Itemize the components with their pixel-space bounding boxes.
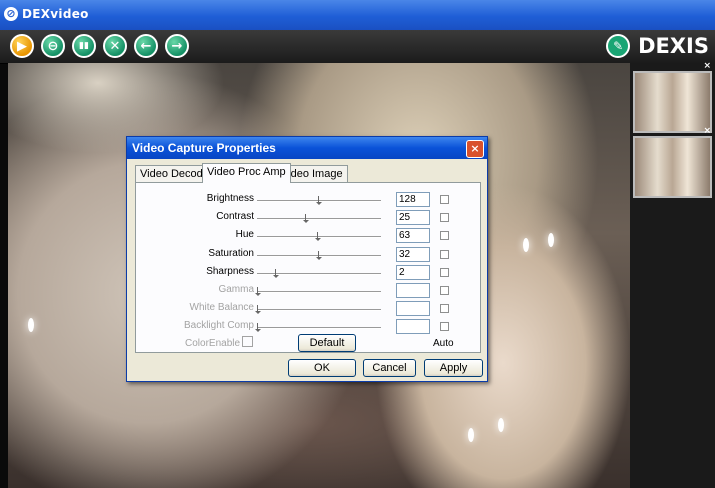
- property-value-field: [396, 319, 430, 335]
- ok-button[interactable]: OK: [288, 359, 356, 377]
- auto-checkbox[interactable]: [440, 195, 449, 204]
- property-value-field[interactable]: 25: [396, 210, 430, 226]
- video-glint: [523, 238, 529, 252]
- property-label: Brightness: [206, 193, 254, 204]
- tab-video-proc-amp[interactable]: Video Proc Amp: [202, 163, 291, 183]
- compare-icon: ▮▮: [79, 41, 89, 51]
- property-value-field[interactable]: 128: [396, 192, 430, 207]
- thumbnail-close-icon[interactable]: ×: [703, 126, 711, 136]
- dexis-logo: ✎ DEXIS: [606, 33, 709, 59]
- property-row: Saturation 32: [136, 246, 482, 264]
- apply-button[interactable]: Apply: [424, 359, 483, 377]
- slider-thumb: [255, 287, 261, 296]
- thumbnail-2[interactable]: ×: [633, 126, 712, 198]
- property-label: Gamma: [218, 284, 254, 295]
- property-row: Gamma: [136, 282, 482, 300]
- thumbnail-strip: × ×: [630, 61, 715, 488]
- play-icon: ▶: [17, 38, 27, 54]
- property-slider: [255, 287, 381, 296]
- cancel-button[interactable]: Cancel: [363, 359, 416, 377]
- folder-icon: ⊖: [47, 38, 59, 54]
- close-icon: ✕: [109, 38, 121, 54]
- property-slider: [255, 305, 381, 315]
- property-label: White Balance: [189, 302, 254, 314]
- auto-checkbox: [440, 304, 449, 314]
- wrench-icon: ✎: [606, 34, 631, 58]
- slider-thumb[interactable]: [315, 232, 321, 242]
- slider-thumb: [255, 323, 261, 333]
- proc-amp-panel: Brightness 128 Contrast 25 Hue 63 Saturation 32…: [135, 182, 481, 353]
- thumbnail-close-icon[interactable]: ×: [703, 61, 711, 71]
- video-capture-properties-dialog: Video Capture Properties × Video Decoder…: [126, 136, 488, 382]
- auto-checkbox: [440, 286, 449, 295]
- compare-button[interactable]: ▮▮: [72, 34, 96, 58]
- property-row: White Balance: [136, 300, 482, 318]
- video-glint: [28, 318, 34, 332]
- open-button[interactable]: ⊖: [41, 34, 65, 58]
- slider-thumb[interactable]: [316, 196, 322, 205]
- play-button[interactable]: ▶: [10, 34, 34, 58]
- video-glint: [498, 418, 504, 432]
- delete-button[interactable]: ✕: [103, 34, 127, 58]
- color-enable-label: ColorEnable: [185, 338, 241, 349]
- property-row: Contrast 25: [136, 209, 482, 227]
- slider-thumb[interactable]: [303, 214, 309, 224]
- property-value-field[interactable]: 63: [396, 228, 430, 244]
- logo-text: DEXIS: [638, 34, 709, 58]
- auto-checkbox[interactable]: [440, 249, 449, 259]
- color-enable-box: [242, 336, 254, 347]
- slider-thumb[interactable]: [316, 250, 322, 260]
- property-value-field[interactable]: 32: [396, 246, 430, 262]
- auto-checkbox[interactable]: [440, 267, 449, 277]
- property-value-field: [396, 301, 430, 317]
- property-label: Contrast: [216, 211, 254, 223]
- property-slider[interactable]: [257, 214, 381, 224]
- back-button[interactable]: ←: [134, 34, 158, 58]
- arrow-left-icon: ←: [140, 38, 152, 54]
- default-button[interactable]: Default: [298, 334, 356, 352]
- property-label: Hue: [235, 229, 254, 241]
- property-row: Brightness 128: [136, 191, 482, 209]
- property-slider[interactable]: [257, 268, 381, 278]
- window-title: DEXvideo: [22, 7, 89, 21]
- color-enable-checkbox: ColorEnable: [185, 336, 254, 349]
- auto-label: Auto: [433, 338, 454, 349]
- dialog-close-button[interactable]: ×: [466, 140, 484, 158]
- property-row: Sharpness 2: [136, 264, 482, 282]
- slider-thumb: [255, 305, 261, 315]
- auto-checkbox[interactable]: [440, 231, 449, 241]
- property-value-field: [396, 283, 430, 298]
- arrow-right-icon: →: [171, 38, 183, 54]
- app-icon: ⊘: [4, 7, 18, 21]
- auto-checkbox[interactable]: [440, 213, 449, 223]
- dialog-title: Video Capture Properties: [127, 137, 487, 159]
- title-bar: ⊘ DEXvideo: [0, 0, 715, 30]
- property-slider[interactable]: [257, 196, 381, 205]
- thumbnail-1[interactable]: ×: [633, 61, 712, 133]
- property-label: Backlight Comp: [183, 320, 254, 332]
- video-glint: [548, 233, 554, 247]
- property-slider: [255, 323, 381, 333]
- forward-button[interactable]: →: [165, 34, 189, 58]
- property-slider[interactable]: [257, 232, 381, 242]
- property-slider[interactable]: [257, 250, 381, 260]
- auto-checkbox: [440, 322, 449, 332]
- property-value-field[interactable]: 2: [396, 264, 430, 280]
- property-label: Saturation: [208, 247, 254, 259]
- video-glint: [468, 428, 474, 442]
- slider-thumb[interactable]: [273, 268, 279, 278]
- property-row: Hue 63: [136, 227, 482, 245]
- property-label: Sharpness: [206, 265, 254, 277]
